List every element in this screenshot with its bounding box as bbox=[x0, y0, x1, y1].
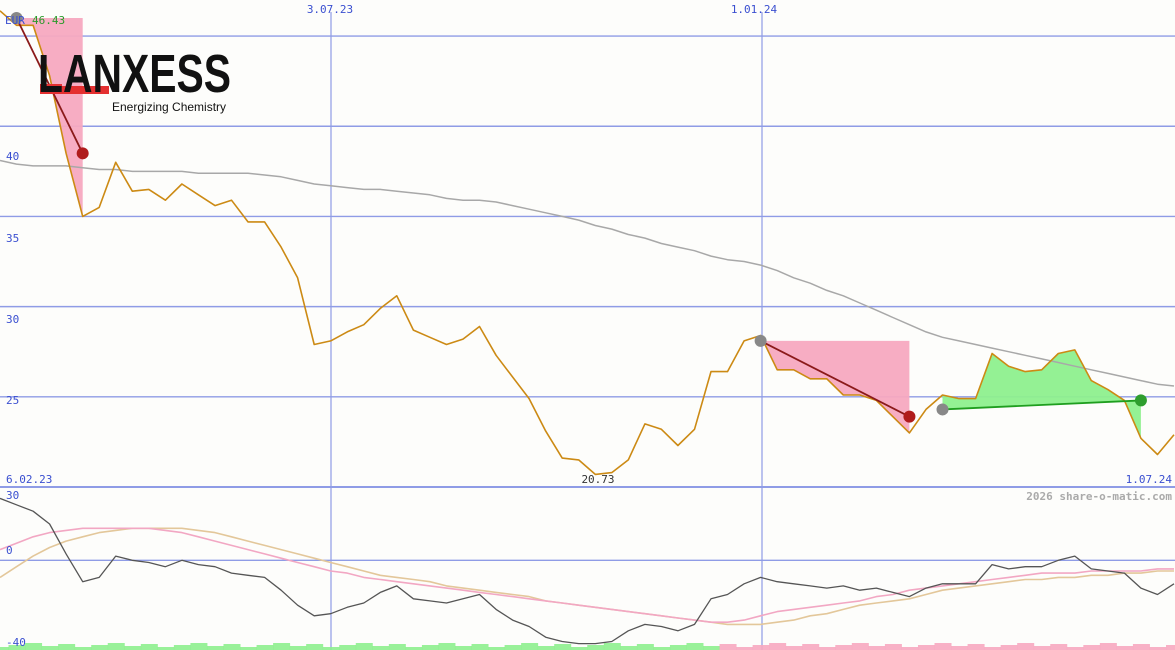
osc-hist-bar bbox=[851, 643, 869, 650]
osc-hist-bar bbox=[868, 646, 886, 650]
osc-hist-bar bbox=[554, 644, 572, 650]
osc-hist-bar bbox=[306, 644, 324, 650]
trade-entry-dot-2 bbox=[754, 334, 767, 347]
osc-hist-bar bbox=[223, 644, 241, 650]
trade-exit-dot-2 bbox=[903, 410, 916, 423]
osc-hist-bar bbox=[355, 643, 373, 650]
osc-hist-bar bbox=[967, 644, 985, 650]
osc-hist-bar bbox=[58, 644, 76, 650]
osc-hist-bar bbox=[752, 645, 770, 650]
osc-hist-bar bbox=[703, 646, 721, 650]
osc-hist-bar bbox=[1033, 646, 1051, 650]
osc-hist-bar bbox=[802, 644, 820, 650]
osc-hist-bar bbox=[504, 645, 522, 650]
osc-y-tick-0: 0 bbox=[6, 544, 13, 557]
osc-hist-bar bbox=[934, 643, 952, 650]
logo-wordmark: LANXESS bbox=[38, 44, 231, 104]
y-tick-40: 40 bbox=[6, 150, 19, 163]
trade-exit-dot-1 bbox=[76, 147, 89, 160]
x-tick-bottom-1: 6.02.23 bbox=[6, 473, 52, 486]
oscillator-panel bbox=[0, 497, 1175, 650]
x-tick-top-2: 1.01.24 bbox=[731, 3, 778, 16]
osc-line-tan bbox=[0, 527, 1174, 626]
y-tick-35: 35 bbox=[6, 232, 19, 245]
trade-area-3 bbox=[942, 349, 1141, 439]
osc-hist-bar bbox=[719, 644, 737, 650]
osc-hist-bar bbox=[884, 644, 902, 650]
y-tick-25: 25 bbox=[6, 394, 19, 407]
osc-hist-bar bbox=[256, 645, 274, 650]
osc-hist-bar bbox=[669, 645, 687, 650]
osc-hist-bar bbox=[190, 643, 208, 650]
osc-hist-bar bbox=[587, 645, 605, 650]
osc-hist-bar bbox=[107, 643, 125, 650]
osc-hist-bar bbox=[471, 644, 489, 650]
x-tick-bottom-2: 1.07.24 bbox=[1126, 473, 1173, 486]
osc-hist-bar bbox=[686, 643, 704, 650]
osc-hist-bar bbox=[372, 646, 390, 650]
osc-y-tick-30: 30 bbox=[6, 489, 19, 502]
y-tick-30: 30 bbox=[6, 313, 19, 326]
osc-hist-bar bbox=[91, 645, 109, 650]
osc-hist-bar bbox=[1050, 644, 1068, 650]
low-price-label: 20.73 bbox=[581, 473, 614, 486]
osc-hist-bar bbox=[388, 644, 406, 650]
trade-entry-dot-3 bbox=[936, 403, 949, 416]
osc-hist-bar bbox=[1099, 643, 1117, 650]
company-logo: LANXESS Energizing Chemistry bbox=[38, 44, 231, 114]
osc-hist-bar bbox=[1083, 645, 1101, 650]
last-price-label: 46.43 bbox=[32, 14, 65, 27]
moving-average-line bbox=[0, 159, 1175, 387]
osc-hist-bar bbox=[173, 645, 191, 650]
osc-hist-bar bbox=[1116, 646, 1134, 650]
osc-hist-bar bbox=[951, 646, 969, 650]
osc-hist-bar bbox=[421, 645, 439, 650]
osc-hist-bar bbox=[454, 646, 472, 650]
osc-hist-bar bbox=[289, 646, 307, 650]
x-tick-top-1: 3.07.23 bbox=[307, 3, 353, 16]
osc-line-main bbox=[0, 497, 1175, 645]
currency-label: EUR bbox=[5, 14, 25, 27]
osc-y-tick-minus40: -40 bbox=[6, 636, 26, 649]
osc-hist-bar bbox=[25, 643, 43, 650]
osc-hist-bar bbox=[273, 643, 291, 650]
osc-hist-bar bbox=[917, 645, 935, 650]
osc-line-pink bbox=[0, 527, 1174, 624]
osc-hist-bar bbox=[1017, 643, 1035, 650]
osc-hist-bar bbox=[603, 643, 621, 650]
osc-hist-bar bbox=[769, 643, 787, 650]
trade-exit-dot-3 bbox=[1134, 394, 1147, 407]
osc-hist-bar bbox=[124, 646, 142, 650]
osc-hist-bar bbox=[620, 646, 638, 650]
credit-label: 2026 share-o-matic.com bbox=[1026, 490, 1172, 503]
osc-hist-bar bbox=[521, 643, 539, 650]
trade-area-2 bbox=[760, 335, 910, 433]
osc-hist-bar bbox=[1132, 644, 1150, 650]
osc-hist-bar bbox=[636, 644, 654, 650]
osc-hist-bar bbox=[1000, 645, 1018, 650]
osc-hist-bar bbox=[140, 644, 158, 650]
osc-hist-bar bbox=[339, 645, 357, 650]
osc-hist-bar bbox=[41, 646, 59, 650]
osc-hist-bar bbox=[1166, 645, 1175, 650]
osc-hist-bar bbox=[785, 646, 803, 650]
osc-hist-bar bbox=[537, 646, 555, 650]
osc-hist-bar bbox=[835, 645, 853, 650]
osc-hist-bar bbox=[206, 646, 224, 650]
stock-chart: LANXESS Energizing Chemistry EUR 46.43 3… bbox=[0, 3, 1175, 650]
osc-hist-bar bbox=[438, 643, 456, 650]
logo-tagline: Energizing Chemistry bbox=[112, 100, 226, 114]
